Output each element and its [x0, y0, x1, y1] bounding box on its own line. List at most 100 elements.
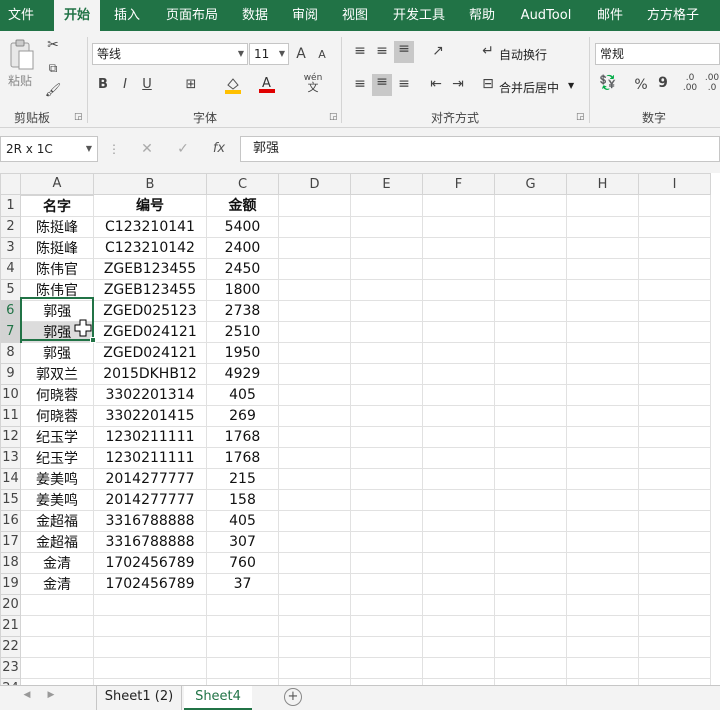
cell-E9[interactable]: [350, 362, 423, 385]
wrap-text-icon[interactable]: ↵: [480, 43, 496, 59]
align-top-icon[interactable]: ≡: [352, 43, 368, 59]
cell-H8[interactable]: [566, 341, 639, 364]
cell-H3[interactable]: [566, 236, 639, 259]
cancel-icon[interactable]: ✕: [138, 141, 156, 157]
cell-H2[interactable]: [566, 215, 639, 238]
italic-button[interactable]: I: [118, 77, 132, 92]
copy-icon[interactable]: ⧉: [44, 61, 62, 76]
cell-E15[interactable]: [350, 488, 423, 511]
cell-E17[interactable]: [350, 530, 423, 553]
cell-G15[interactable]: [494, 488, 567, 511]
cell-H18[interactable]: [566, 551, 639, 574]
cell-I16[interactable]: [638, 509, 711, 532]
cell-H1[interactable]: [566, 194, 639, 217]
row-header[interactable]: 8: [0, 341, 21, 364]
cell-H21[interactable]: [566, 614, 639, 637]
cell-B9[interactable]: 2015DKHB12: [93, 362, 207, 385]
cell-B6[interactable]: ZGED025123: [93, 299, 207, 322]
cell-D3[interactable]: [278, 236, 351, 259]
align-right-icon[interactable]: ≡: [396, 76, 412, 92]
cell-I1[interactable]: [638, 194, 711, 217]
merge-center-icon[interactable]: ⊟: [480, 76, 496, 92]
cell-D16[interactable]: [278, 509, 351, 532]
menu-tab-3[interactable]: 页面布局: [156, 0, 228, 31]
cell-A12[interactable]: 纪玉学: [20, 425, 94, 448]
select-all-corner[interactable]: [0, 173, 21, 195]
menu-tab-8[interactable]: 帮助: [460, 0, 504, 31]
cell-A3[interactable]: 陈挺峰: [20, 236, 94, 259]
cell-H10[interactable]: [566, 383, 639, 406]
menu-tab-10[interactable]: 邮件: [588, 0, 632, 31]
cell-H11[interactable]: [566, 404, 639, 427]
cell-I3[interactable]: [638, 236, 711, 259]
column-header-F[interactable]: F: [422, 173, 495, 195]
cell-F19[interactable]: [422, 572, 495, 595]
row-header[interactable]: 11: [0, 404, 21, 427]
cell-E5[interactable]: [350, 278, 423, 301]
cell-F17[interactable]: [422, 530, 495, 553]
cell-H7[interactable]: [566, 320, 639, 343]
cell-B10[interactable]: 3302201314: [93, 383, 207, 406]
cell-G11[interactable]: [494, 404, 567, 427]
cell-B16[interactable]: 3316788888: [93, 509, 207, 532]
cell-I19[interactable]: [638, 572, 711, 595]
cell-D18[interactable]: [278, 551, 351, 574]
row-header[interactable]: 19: [0, 572, 21, 595]
cell-A4[interactable]: 陈伟官: [20, 257, 94, 280]
cell-D6[interactable]: [278, 299, 351, 322]
cell-H14[interactable]: [566, 467, 639, 490]
cell-G23[interactable]: [494, 656, 567, 679]
cell-I5[interactable]: [638, 278, 711, 301]
cell-E19[interactable]: [350, 572, 423, 595]
cell-A10[interactable]: 何晓蓉: [20, 383, 94, 406]
cell-B14[interactable]: 2014277777: [93, 467, 207, 490]
cell-H6[interactable]: [566, 299, 639, 322]
merge-center-button[interactable]: 合并后居中: [499, 79, 559, 96]
cell-G7[interactable]: [494, 320, 567, 343]
cell-C1[interactable]: 金额: [206, 194, 279, 217]
cell-F21[interactable]: [422, 614, 495, 637]
cell-D22[interactable]: [278, 635, 351, 658]
font-size-combo[interactable]: 11 ▼: [249, 43, 289, 65]
column-header-H[interactable]: H: [566, 173, 639, 195]
cell-B1[interactable]: 编号: [93, 194, 207, 217]
cell-B17[interactable]: 3316788888: [93, 530, 207, 553]
cell-I2[interactable]: [638, 215, 711, 238]
cell-I12[interactable]: [638, 425, 711, 448]
cell-I17[interactable]: [638, 530, 711, 553]
cell-F20[interactable]: [422, 593, 495, 616]
cell-C18[interactable]: 760: [206, 551, 279, 574]
cell-E20[interactable]: [350, 593, 423, 616]
font-launcher-icon[interactable]: ◲: [329, 112, 338, 122]
cell-I21[interactable]: [638, 614, 711, 637]
cell-D1[interactable]: [278, 194, 351, 217]
underline-button[interactable]: U: [140, 77, 154, 92]
comma-style-icon[interactable]: 9: [656, 75, 670, 91]
cell-H24[interactable]: [566, 677, 639, 685]
cell-E10[interactable]: [350, 383, 423, 406]
cell-F2[interactable]: [422, 215, 495, 238]
cell-F4[interactable]: [422, 257, 495, 280]
font-color-icon[interactable]: A: [258, 74, 276, 98]
menu-tab-0[interactable]: 文件: [0, 0, 42, 31]
column-header-D[interactable]: D: [278, 173, 351, 195]
menu-tab-1[interactable]: 开始: [54, 0, 100, 31]
fill-color-icon[interactable]: [224, 75, 242, 99]
alignment-launcher-icon[interactable]: ◲: [576, 112, 585, 122]
cell-H15[interactable]: [566, 488, 639, 511]
cell-I24[interactable]: [638, 677, 711, 685]
worksheet-grid[interactable]: A B C D E F G H I 1 名字 编号 金额 2 陈挺峰 C123210141 5400 3 陈挺峰 C1…: [0, 173, 720, 685]
cell-I23[interactable]: [638, 656, 711, 679]
cell-I10[interactable]: [638, 383, 711, 406]
cell-F10[interactable]: [422, 383, 495, 406]
cell-F7[interactable]: [422, 320, 495, 343]
cell-D24[interactable]: [278, 677, 351, 685]
cell-H23[interactable]: [566, 656, 639, 679]
font-name-combo[interactable]: 等线 ▼: [92, 43, 248, 65]
menu-tab-4[interactable]: 数据: [232, 0, 278, 31]
cell-D12[interactable]: [278, 425, 351, 448]
cell-D4[interactable]: [278, 257, 351, 280]
cell-G8[interactable]: [494, 341, 567, 364]
cell-A14[interactable]: 姜美鸣: [20, 467, 94, 490]
cell-D19[interactable]: [278, 572, 351, 595]
